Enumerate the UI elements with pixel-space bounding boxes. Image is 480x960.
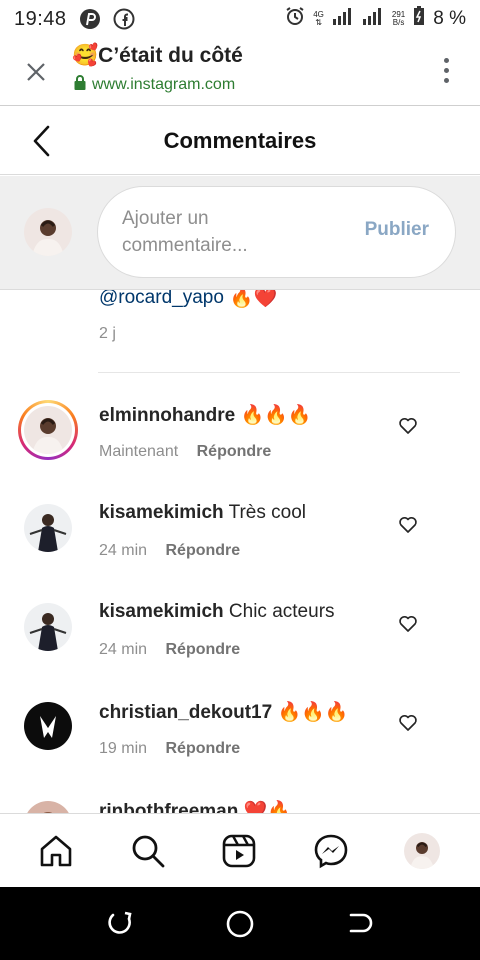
signal-icon xyxy=(332,7,354,31)
back-system-icon[interactable] xyxy=(345,909,375,939)
comment-emojis: 🔥❤️ xyxy=(229,290,278,309)
comment-placeholder: Ajouter un commentaire... xyxy=(122,208,248,256)
system-navigation-bar xyxy=(0,887,480,960)
reels-icon[interactable] xyxy=(221,833,257,869)
divider xyxy=(98,372,460,373)
comment-username[interactable]: christian_dekout17 xyxy=(99,702,272,723)
home-icon[interactable] xyxy=(38,833,74,869)
like-heart-icon[interactable] xyxy=(398,713,418,733)
comment-time: 19 min xyxy=(99,740,148,757)
comment-emojis: 🔥🔥🔥 xyxy=(240,405,312,426)
reply-button[interactable]: Répondre xyxy=(165,641,240,658)
clock: 19:48 xyxy=(14,7,67,30)
messenger-icon[interactable] xyxy=(313,833,349,869)
comment-username[interactable]: elminnohandre xyxy=(99,405,235,426)
close-icon[interactable] xyxy=(24,60,48,84)
comment-time: Maintenant xyxy=(99,443,179,460)
header-title: Commentaires xyxy=(163,128,317,153)
battery-level: 8 % xyxy=(433,8,466,29)
comment-meta: 19 min Répondre xyxy=(99,740,240,758)
network-type: 4G ⇅ xyxy=(313,10,324,27)
home-circle-icon[interactable] xyxy=(225,909,255,939)
search-icon[interactable] xyxy=(130,833,166,869)
page-title: 🥰C’était du côté xyxy=(72,44,243,68)
url-text: www.instagram.com xyxy=(92,76,236,93)
like-heart-icon[interactable] xyxy=(398,416,418,436)
avatar[interactable] xyxy=(24,504,72,552)
comment-time: 24 min xyxy=(99,641,148,658)
reply-button[interactable]: Répondre xyxy=(197,443,272,460)
overflow-menu-icon[interactable] xyxy=(442,58,450,86)
story-ring-avatar[interactable] xyxy=(18,400,78,460)
comment-item: kisamekimich Chic acteurs 24 min Répondr… xyxy=(0,593,480,685)
current-user-avatar xyxy=(24,208,72,256)
mention-link[interactable]: @rocard_yapo xyxy=(99,290,224,309)
avatar xyxy=(24,406,72,454)
comment-username[interactable]: kisamekimich xyxy=(99,502,224,523)
comment-meta: 24 min Répondre xyxy=(99,641,240,659)
recents-icon[interactable] xyxy=(105,909,135,939)
comment-meta: Maintenant Répondre xyxy=(99,443,271,461)
lock-icon xyxy=(74,75,86,95)
comment-text: christian_dekout17 🔥🔥🔥 xyxy=(99,700,348,724)
comment-emojis: 🔥🔥🔥 xyxy=(277,702,349,723)
reply-button[interactable]: Répondre xyxy=(165,740,240,757)
avatar[interactable] xyxy=(24,801,72,813)
url-bar[interactable]: www.instagram.com xyxy=(74,75,235,95)
comment-item: kisamekimich Très cool 24 min Répondre xyxy=(0,494,480,586)
publish-button[interactable]: Publier xyxy=(365,219,429,241)
reply-button[interactable]: Répondre xyxy=(165,542,240,559)
like-heart-icon[interactable] xyxy=(398,614,418,634)
signal-icon-2 xyxy=(362,7,384,31)
previous-comment-text: @rocard_yapo 🔥❤️ xyxy=(99,290,277,310)
comment-username[interactable]: kisamekimich xyxy=(99,601,224,622)
comment-item: elminnohandre 🔥🔥🔥 Maintenant Répondre xyxy=(0,395,480,487)
previous-comment-time: 2 j xyxy=(99,325,116,342)
avatar[interactable] xyxy=(24,603,72,651)
comment-item: christian_dekout17 🔥🔥🔥 19 min Répondre xyxy=(0,692,480,784)
comments-list[interactable]: @rocard_yapo 🔥❤️ 2 j elminnohandre 🔥🔥🔥 M… xyxy=(0,290,480,813)
comment-text: kisamekimich Très cool xyxy=(99,502,307,523)
pinterest-notification-icon xyxy=(79,8,101,30)
comment-time: 24 min xyxy=(99,542,148,559)
comment-username[interactable]: rinbothfreeman xyxy=(99,801,238,813)
comment-input[interactable]: Ajouter un commentaire... Publier xyxy=(97,186,456,278)
comment-text: elminnohandre 🔥🔥🔥 xyxy=(99,403,311,427)
profile-avatar-image xyxy=(404,833,440,869)
data-speed: 291 B/s xyxy=(391,10,406,27)
like-heart-icon[interactable] xyxy=(398,515,418,535)
status-bar: 19:48 4G ⇅ 291 B/s 8 % xyxy=(0,0,480,38)
comment-text: rinbothfreeman ❤️🔥 xyxy=(99,799,291,813)
comment-meta: 24 min Répondre xyxy=(99,542,240,560)
comment-item-partial: rinbothfreeman ❤️🔥 xyxy=(0,791,480,813)
comment-text: kisamekimich Chic acteurs xyxy=(99,601,335,622)
title-emoji: 🥰 xyxy=(72,44,99,67)
browser-toolbar: 🥰C’était du côté www.instagram.com xyxy=(0,38,480,106)
comments-header: Commentaires xyxy=(0,107,480,175)
alarm-icon xyxy=(285,6,305,32)
avatar[interactable] xyxy=(24,702,72,750)
facebook-notification-icon xyxy=(113,8,135,30)
bottom-navigation xyxy=(0,813,480,887)
battery-icon xyxy=(413,6,425,32)
title-text: C’était du côté xyxy=(98,44,243,67)
comment-emojis: ❤️🔥 xyxy=(243,801,291,813)
add-comment-bar: Ajouter un commentaire... Publier xyxy=(0,176,480,290)
profile-avatar[interactable] xyxy=(404,833,440,869)
